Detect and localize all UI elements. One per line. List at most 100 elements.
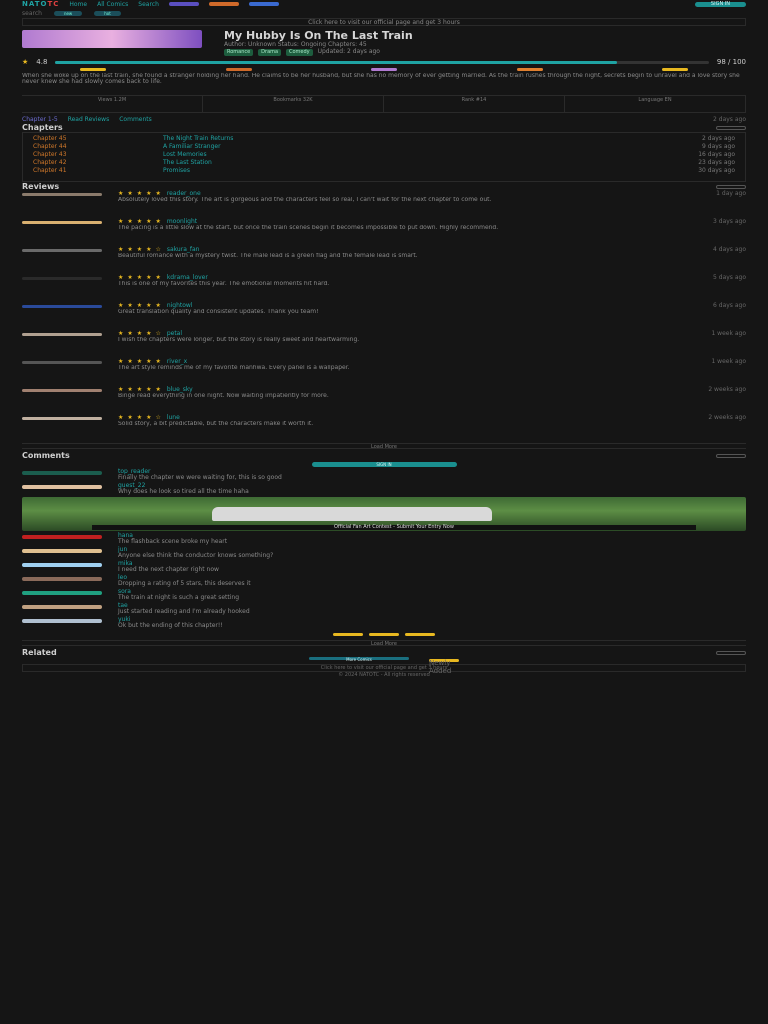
comments-pagination <box>0 631 768 638</box>
reaction-icon[interactable] <box>662 68 688 71</box>
chapter-name[interactable]: The Last Station <box>163 159 688 167</box>
related-heading: Related <box>22 648 57 657</box>
avatar[interactable] <box>22 193 102 196</box>
review-body: ★★★★★ reader_one 1 day ago Absolutely love… <box>118 191 746 215</box>
review-stars: ★★★★☆ <box>118 330 165 337</box>
avatar[interactable] <box>22 417 102 420</box>
chapter-row[interactable]: Chapter 44 A Familiar Stranger 9 days ago <box>33 143 735 151</box>
search-input[interactable]: search <box>22 10 42 17</box>
comment-text: Just started reading and I'm already hoo… <box>118 608 250 615</box>
review-text: Great translation quality and consistent… <box>118 309 319 315</box>
nav-link-home[interactable]: Home <box>69 1 87 8</box>
reaction-icon[interactable] <box>516 68 543 71</box>
review-author[interactable]: petal <box>167 330 182 337</box>
reaction-icon[interactable] <box>80 68 106 71</box>
review-author[interactable]: reader_one <box>167 190 201 197</box>
page-dot[interactable] <box>369 633 399 636</box>
avatar[interactable] <box>22 605 102 609</box>
score-value: 98 / 100 <box>716 58 746 66</box>
reviews-load-more-button[interactable]: Load More <box>22 443 746 450</box>
avatar[interactable] <box>22 277 102 280</box>
avatar[interactable] <box>22 221 102 224</box>
chapter-date: 30 days ago <box>698 167 735 174</box>
chapter-number: Chapter 41 <box>33 167 67 174</box>
review-author[interactable]: kdrama_lover <box>167 274 208 281</box>
review-text: The pacing is a little slow at the start… <box>118 225 499 231</box>
chapter-row[interactable]: Chapter 42 The Last Station 23 days ago <box>33 159 735 167</box>
avatar[interactable] <box>22 389 102 392</box>
avatar[interactable] <box>22 249 102 252</box>
avatar[interactable] <box>22 471 102 475</box>
review-text: This is one of my favorites this year. T… <box>118 281 330 287</box>
rating-bar: ★ 4.8 98 / 100 <box>0 56 768 68</box>
genre-tag[interactable]: Drama <box>258 49 282 56</box>
related-buttons: More Comics Newly Added <box>0 657 768 675</box>
comic-info: My Hubby Is On The Last Train Author: Un… <box>224 30 746 56</box>
avatar[interactable] <box>22 305 102 308</box>
related-header: Related <box>0 648 768 657</box>
avatar[interactable] <box>22 485 102 489</box>
tag-link[interactable]: Chapter 1-5 <box>22 116 58 123</box>
nav-link-search[interactable]: Search <box>138 1 159 8</box>
comments-signin-button[interactable]: SIGN IN <box>311 462 457 467</box>
info-cell: Rank #14 <box>384 96 565 112</box>
fan-art-banner[interactable]: Official Fan Art Contest - Submit Your E… <box>22 497 746 531</box>
tag-link[interactable]: Read Reviews <box>68 116 110 123</box>
genre-tag[interactable]: Romance <box>224 49 254 56</box>
chapter-name[interactable]: The Night Train Returns <box>163 135 692 143</box>
comment-text: The train at night is such a great setti… <box>118 594 240 601</box>
chapter-number: Chapter 43 <box>33 151 67 158</box>
avatar[interactable] <box>22 549 102 553</box>
avatar[interactable] <box>22 535 102 539</box>
nav-pill-1[interactable] <box>168 2 199 6</box>
review-item: ★★★★☆ sakura_fan 4 days ago Beautiful roma… <box>0 247 768 271</box>
badge-hot[interactable]: hot <box>94 10 121 16</box>
review-author[interactable]: blue_sky <box>167 386 193 393</box>
review-author[interactable]: lune <box>167 414 180 421</box>
star-icon: ★ <box>22 58 29 66</box>
nav-link-all-comics[interactable]: All Comics <box>97 1 128 8</box>
review-text: Binge read everything in one night. Now … <box>118 393 329 399</box>
avatar[interactable] <box>22 361 102 364</box>
review-stars: ★★★★★ <box>118 218 165 225</box>
comment-list-bottom: hana The flashback scene broke my heart ju… <box>0 533 768 629</box>
comments-load-more-button[interactable]: Load More <box>22 640 746 647</box>
review-text: Absolutely loved this story. The art is … <box>118 197 492 203</box>
review-author[interactable]: sakura_fan <box>167 246 200 253</box>
nav-pill-3[interactable] <box>248 2 279 6</box>
review-body: ★★★★★ kdrama_lover 5 days ago This is one … <box>118 275 746 299</box>
nav-pill-2[interactable] <box>208 2 239 6</box>
avatar[interactable] <box>22 591 102 595</box>
sort-toggle[interactable] <box>716 184 746 189</box>
reaction-icon[interactable] <box>371 68 397 71</box>
chapter-name[interactable]: A Familiar Stranger <box>163 143 692 151</box>
tag-link[interactable]: Comments <box>119 116 152 123</box>
sort-toggle[interactable] <box>716 453 746 458</box>
signin-button[interactable]: SIGN IN <box>694 1 746 7</box>
top-banner[interactable]: Click here to visit our official page an… <box>22 18 746 26</box>
reaction-icon[interactable] <box>225 68 252 71</box>
sort-toggle[interactable] <box>716 650 746 655</box>
chapter-row[interactable]: Chapter 43 Lost Memories 16 days ago <box>33 151 735 159</box>
avatar[interactable] <box>22 333 102 336</box>
more-comics-button[interactable]: More Comics <box>309 657 409 662</box>
review-author[interactable]: nightowl <box>167 302 193 309</box>
chapter-name[interactable]: Lost Memories <box>163 151 688 159</box>
avatar[interactable] <box>22 577 102 581</box>
avatar[interactable] <box>22 619 102 623</box>
sort-toggle[interactable] <box>716 125 746 130</box>
newly-added-link[interactable]: Newly Added <box>429 659 459 675</box>
site-logo[interactable]: NATOTC <box>22 0 59 8</box>
genre-tag[interactable]: Comedy <box>286 49 313 56</box>
page-dot[interactable] <box>405 633 435 636</box>
footer-banner[interactable]: Click here to visit our official page an… <box>22 664 746 672</box>
chapter-row[interactable]: Chapter 41 Promises 30 days ago <box>33 167 735 175</box>
avatar[interactable] <box>22 563 102 567</box>
comment-item: guest_22 Why does he look so tired all th… <box>0 483 768 495</box>
badge-new[interactable]: new <box>53 10 83 16</box>
chapter-name[interactable]: Promises <box>163 167 688 175</box>
review-author[interactable]: moonlight <box>167 218 197 225</box>
review-author[interactable]: river_x <box>167 358 187 365</box>
page-dot[interactable] <box>333 633 363 636</box>
chapter-row[interactable]: Chapter 45 The Night Train Returns 2 days … <box>33 135 735 143</box>
